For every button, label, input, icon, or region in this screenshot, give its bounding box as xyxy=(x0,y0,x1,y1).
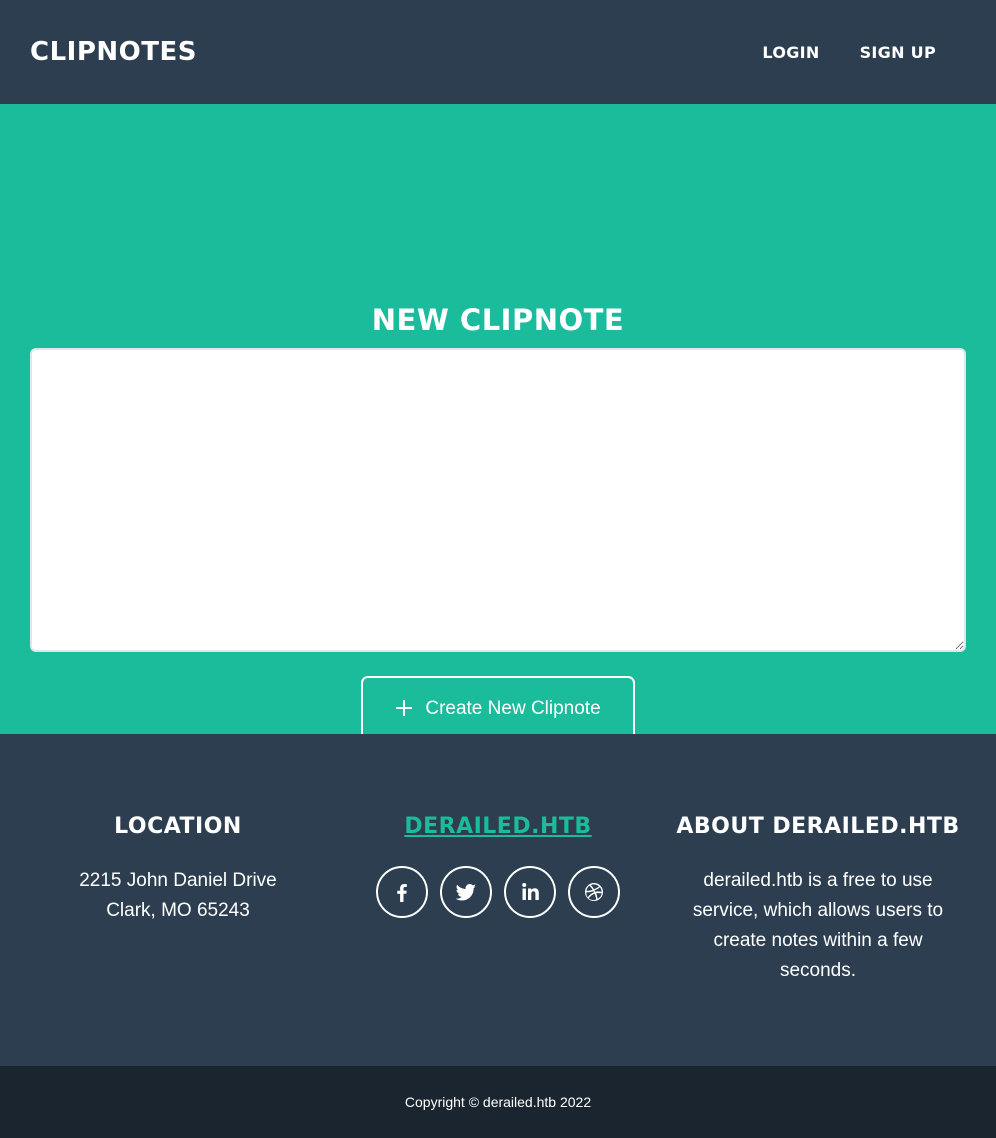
create-button-label: Create New Clipnote xyxy=(425,698,601,719)
signup-link[interactable]: SIGN UP xyxy=(840,43,956,62)
facebook-icon xyxy=(397,884,407,902)
login-link[interactable]: LOGIN xyxy=(742,43,839,62)
facebook-button[interactable] xyxy=(376,866,428,918)
social-links xyxy=(338,866,658,918)
brand-logo[interactable]: CLIPNOTES xyxy=(30,37,197,67)
footer: LOCATION 2215 John Daniel Drive Clark, M… xyxy=(0,734,996,1066)
dribbble-button[interactable] xyxy=(568,866,620,918)
linkedin-icon xyxy=(522,883,539,900)
address-line-2: Clark, MO 65243 xyxy=(106,900,250,921)
about-heading: ABOUT DERAILED.HTB xyxy=(676,814,960,839)
navbar: CLIPNOTES LOGIN SIGN UP xyxy=(0,0,996,104)
plus-icon xyxy=(395,695,413,721)
twitter-button[interactable] xyxy=(440,866,492,918)
dribbble-icon xyxy=(585,883,603,901)
address: 2215 John Daniel Drive Clark, MO 65243 xyxy=(18,866,338,926)
copyright-bar: Copyright © derailed.htb 2022 xyxy=(0,1066,996,1138)
footer-location: LOCATION 2215 John Daniel Drive Clark, M… xyxy=(18,814,338,926)
page-title: NEW CLIPNOTE xyxy=(371,303,625,337)
about-text: derailed.htb is a free to use service, w… xyxy=(692,870,944,981)
nav-links: LOGIN SIGN UP xyxy=(742,43,966,62)
site-heading-link[interactable]: DERAILED.HTB xyxy=(338,814,658,848)
footer-about: ABOUT DERAILED.HTB derailed.htb is a fre… xyxy=(658,814,978,986)
twitter-icon xyxy=(456,884,476,901)
clipnote-textarea[interactable] xyxy=(30,348,966,652)
copyright-text: Copyright © derailed.htb 2022 xyxy=(404,1094,592,1110)
create-clipnote-button[interactable]: Create New Clipnote xyxy=(361,676,635,742)
footer-site: DERAILED.HTB xyxy=(338,814,658,918)
address-line-1: 2215 John Daniel Drive xyxy=(79,870,277,891)
linkedin-button[interactable] xyxy=(504,866,556,918)
new-clipnote-section: NEW CLIPNOTE Create New Clipnote xyxy=(0,104,996,742)
location-heading: LOCATION xyxy=(114,814,242,839)
